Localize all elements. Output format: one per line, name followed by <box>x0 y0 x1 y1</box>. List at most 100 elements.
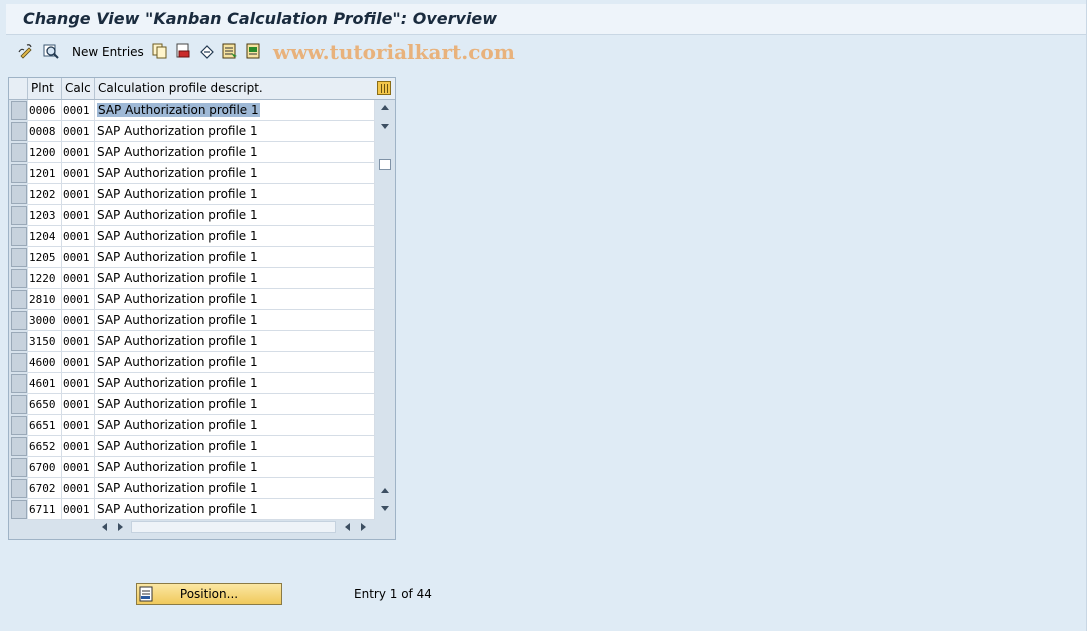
cell-plnt[interactable]: 4600 <box>28 352 62 373</box>
scroll-right-icon[interactable] <box>118 523 123 531</box>
cell-plnt[interactable]: 0006 <box>28 100 62 121</box>
table-row[interactable]: 2810 0001 SAP Authorization profile 1 <box>9 289 375 310</box>
table-row[interactable]: 6650 0001 SAP Authorization profile 1 <box>9 394 375 415</box>
cell-description[interactable]: SAP Authorization profile 1 <box>95 268 375 289</box>
row-selector[interactable] <box>11 416 27 435</box>
row-selector[interactable] <box>11 290 27 309</box>
table-row[interactable]: 4600 0001 SAP Authorization profile 1 <box>9 352 375 373</box>
cell-plnt[interactable]: 1201 <box>28 163 62 184</box>
cell-description[interactable]: SAP Authorization profile 1 <box>95 394 375 415</box>
cell-description[interactable]: SAP Authorization profile 1 <box>95 436 375 457</box>
cell-calc[interactable]: 0001 <box>62 226 95 247</box>
row-selector[interactable] <box>11 353 27 372</box>
cell-description[interactable]: SAP Authorization profile 1 <box>95 163 375 184</box>
scroll-thumb[interactable] <box>379 159 391 170</box>
cell-plnt[interactable]: 1205 <box>28 247 62 268</box>
row-selector[interactable] <box>11 269 27 288</box>
row-selector[interactable] <box>11 395 27 414</box>
delete-icon[interactable] <box>175 43 191 59</box>
column-header-calc[interactable]: Calc <box>62 78 95 99</box>
row-selector[interactable] <box>11 185 27 204</box>
table-row[interactable]: 1202 0001 SAP Authorization profile 1 <box>9 184 375 205</box>
position-button[interactable]: Position... <box>136 583 282 605</box>
cell-description[interactable]: SAP Authorization profile 1 <box>95 331 375 352</box>
scroll-left-icon[interactable] <box>102 523 107 531</box>
table-row[interactable]: 6652 0001 SAP Authorization profile 1 <box>9 436 375 457</box>
table-row[interactable]: 6702 0001 SAP Authorization profile 1 <box>9 478 375 499</box>
row-selector[interactable] <box>11 437 27 456</box>
cell-description[interactable]: SAP Authorization profile 1 <box>95 289 375 310</box>
cell-calc[interactable]: 0001 <box>62 415 95 436</box>
cell-calc[interactable]: 0001 <box>62 331 95 352</box>
row-selector[interactable] <box>11 479 27 498</box>
cell-description[interactable]: SAP Authorization profile 1 <box>95 373 375 394</box>
table-row[interactable]: 1203 0001 SAP Authorization profile 1 <box>9 205 375 226</box>
cell-description[interactable]: SAP Authorization profile 1 <box>95 100 375 121</box>
table-row[interactable]: 1201 0001 SAP Authorization profile 1 <box>9 163 375 184</box>
row-selector[interactable] <box>11 143 27 162</box>
cell-calc[interactable]: 0001 <box>62 478 95 499</box>
cell-description[interactable]: SAP Authorization profile 1 <box>95 226 375 247</box>
table-row[interactable]: 3150 0001 SAP Authorization profile 1 <box>9 331 375 352</box>
cell-plnt[interactable]: 6711 <box>28 499 62 520</box>
row-selector[interactable] <box>11 101 27 120</box>
column-header-plnt[interactable]: Plnt <box>28 78 62 99</box>
new-entries-button[interactable]: New Entries <box>72 45 144 59</box>
cell-plnt[interactable]: 6700 <box>28 457 62 478</box>
cell-description[interactable]: SAP Authorization profile 1 <box>95 457 375 478</box>
cell-calc[interactable]: 0001 <box>62 457 95 478</box>
table-row[interactable]: 1205 0001 SAP Authorization profile 1 <box>9 247 375 268</box>
cell-description[interactable]: SAP Authorization profile 1 <box>95 184 375 205</box>
cell-calc[interactable]: 0001 <box>62 184 95 205</box>
cell-plnt[interactable]: 4601 <box>28 373 62 394</box>
copy-icon[interactable] <box>152 43 168 59</box>
select-all-icon[interactable] <box>222 43 238 59</box>
cell-calc[interactable]: 0001 <box>62 121 95 142</box>
row-selector[interactable] <box>11 458 27 477</box>
scroll-down-icon[interactable] <box>381 124 389 129</box>
cell-plnt[interactable]: 1200 <box>28 142 62 163</box>
vertical-scrollbar[interactable] <box>376 99 394 518</box>
cell-description[interactable]: SAP Authorization profile 1 <box>95 499 375 520</box>
cell-description[interactable]: SAP Authorization profile 1 <box>95 352 375 373</box>
table-row[interactable]: 0006 0001 SAP Authorization profile 1 <box>9 100 375 121</box>
table-row[interactable]: 6711 0001 SAP Authorization profile 1 <box>9 499 375 520</box>
select-block-icon[interactable] <box>246 43 262 59</box>
cell-plnt[interactable]: 1203 <box>28 205 62 226</box>
cell-plnt[interactable]: 3150 <box>28 331 62 352</box>
cell-plnt[interactable]: 2810 <box>28 289 62 310</box>
cell-plnt[interactable]: 1204 <box>28 226 62 247</box>
cell-calc[interactable]: 0001 <box>62 499 95 520</box>
undo-change-icon[interactable] <box>199 43 215 59</box>
cell-calc[interactable]: 0001 <box>62 142 95 163</box>
scroll-page-down-icon[interactable] <box>381 506 389 511</box>
row-selector[interactable] <box>11 311 27 330</box>
cell-description[interactable]: SAP Authorization profile 1 <box>95 121 375 142</box>
table-row[interactable]: 0008 0001 SAP Authorization profile 1 <box>9 121 375 142</box>
scroll-left-icon-2[interactable] <box>345 523 350 531</box>
table-row[interactable]: 6651 0001 SAP Authorization profile 1 <box>9 415 375 436</box>
cell-calc[interactable]: 0001 <box>62 268 95 289</box>
table-row[interactable]: 6700 0001 SAP Authorization profile 1 <box>9 457 375 478</box>
cell-calc[interactable]: 0001 <box>62 247 95 268</box>
cell-calc[interactable]: 0001 <box>62 436 95 457</box>
cell-plnt[interactable]: 6702 <box>28 478 62 499</box>
row-selector[interactable] <box>11 206 27 225</box>
cell-description[interactable]: SAP Authorization profile 1 <box>95 310 375 331</box>
cell-plnt[interactable]: 6650 <box>28 394 62 415</box>
cell-plnt[interactable]: 1202 <box>28 184 62 205</box>
cell-description[interactable]: SAP Authorization profile 1 <box>95 478 375 499</box>
table-row[interactable]: 1204 0001 SAP Authorization profile 1 <box>9 226 375 247</box>
cell-calc[interactable]: 0001 <box>62 100 95 121</box>
table-row[interactable]: 1200 0001 SAP Authorization profile 1 <box>9 142 375 163</box>
row-selector[interactable] <box>11 332 27 351</box>
table-settings-icon[interactable] <box>377 81 391 95</box>
table-row[interactable]: 3000 0001 SAP Authorization profile 1 <box>9 310 375 331</box>
cell-calc[interactable]: 0001 <box>62 163 95 184</box>
row-selector[interactable] <box>11 374 27 393</box>
row-selector[interactable] <box>11 164 27 183</box>
cell-calc[interactable]: 0001 <box>62 289 95 310</box>
cell-plnt[interactable]: 1220 <box>28 268 62 289</box>
details-icon[interactable] <box>43 43 59 59</box>
cell-calc[interactable]: 0001 <box>62 310 95 331</box>
